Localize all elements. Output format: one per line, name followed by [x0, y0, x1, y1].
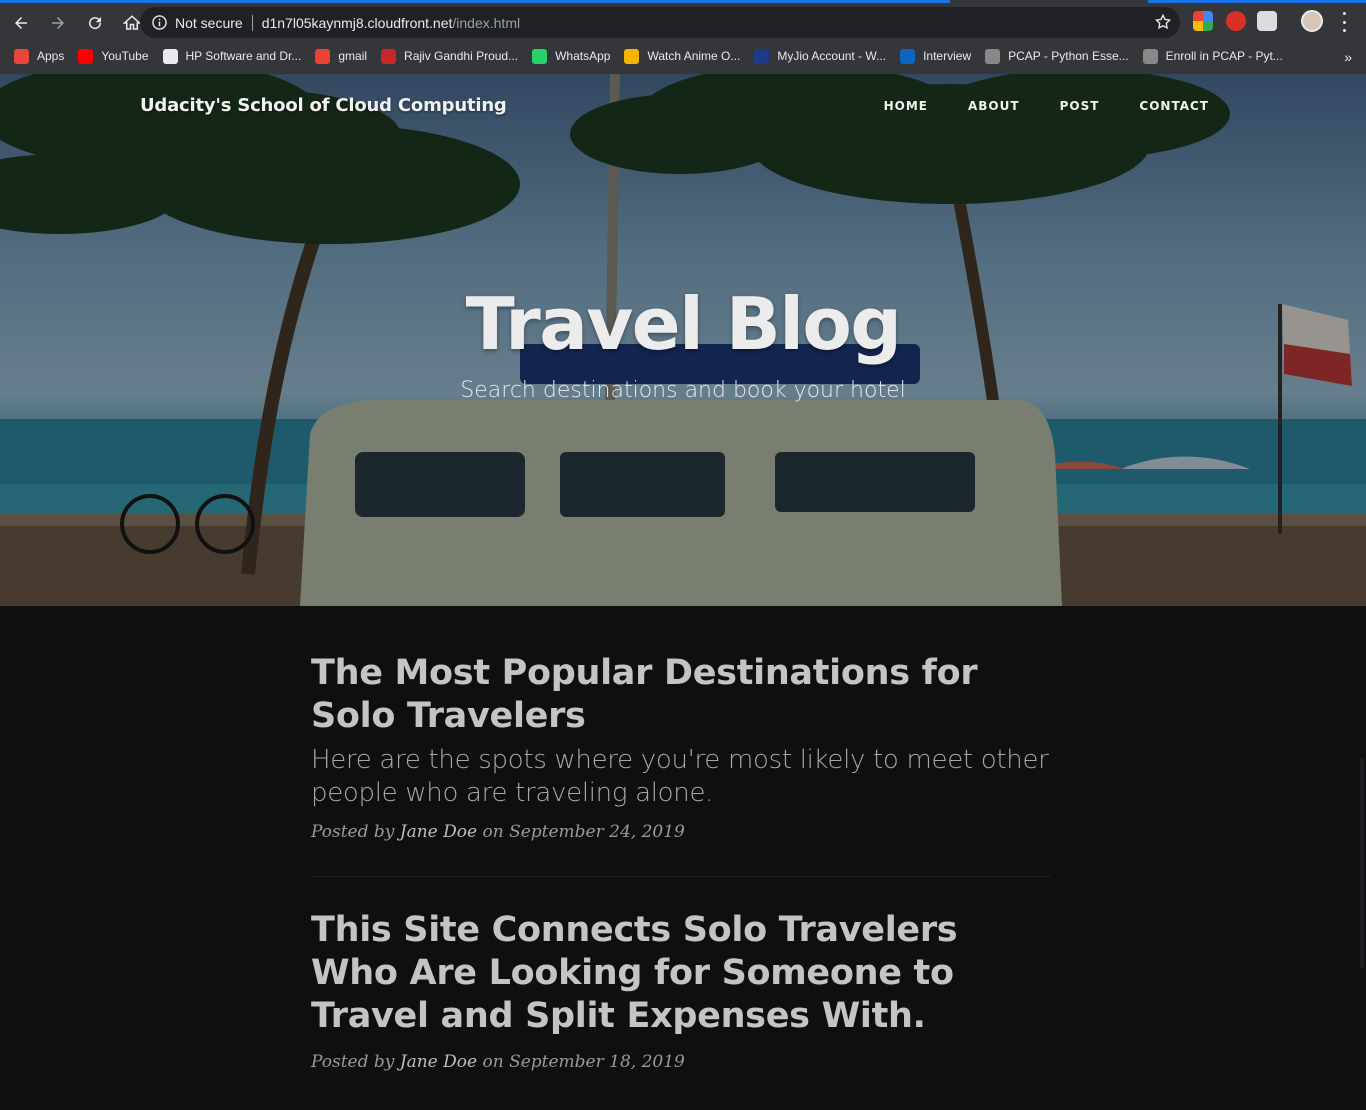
post-list: The Most Popular Destinations for Solo T…: [311, 652, 1051, 1072]
back-button[interactable]: [5, 7, 37, 39]
post-title[interactable]: The Most Popular Destinations for Solo T…: [311, 652, 1051, 738]
bookmark-item[interactable]: HP Software and Dr...: [162, 48, 302, 64]
bookmark-label: Apps: [37, 49, 65, 63]
post-preview[interactable]: The Most Popular Destinations for Solo T…: [311, 652, 1051, 842]
whatsapp-icon: [532, 48, 548, 64]
nav-about-link[interactable]: ABOUT: [968, 99, 1020, 113]
bookmark-item[interactable]: Apps: [14, 48, 65, 64]
browser-menu-button[interactable]: [1338, 12, 1350, 32]
site-icon: [381, 48, 397, 64]
home-icon: [123, 15, 141, 30]
extension-icon[interactable]: [1193, 11, 1213, 31]
hero-banner: Udacity's School of Cloud Computing HOME…: [0, 74, 1366, 606]
bookmark-label: HP Software and Dr...: [185, 49, 302, 63]
post-title[interactable]: This Site Connects Solo Travelers Who Ar…: [311, 909, 1051, 1038]
posted-on-label: on: [482, 822, 504, 842]
post-author-link[interactable]: Jane Doe: [400, 1052, 477, 1072]
extension-icon[interactable]: [1257, 11, 1277, 31]
cisco-icon: [985, 48, 1001, 64]
arrow-left-icon: [15, 17, 27, 29]
arrow-right-icon: [52, 17, 64, 29]
hero-title: Travel Blog: [465, 282, 902, 366]
site-menu: HOME ABOUT POST CONTACT: [844, 99, 1209, 113]
bookmarks-bar: Apps YouTube HP Software and Dr... gmail Raj…: [0, 42, 1366, 70]
site-brand-link[interactable]: Udacity's School of Cloud Computing: [140, 95, 507, 116]
bookmark-label: Rajiv Gandhi Proud...: [404, 49, 519, 63]
bookmark-star-icon[interactable]: [1154, 13, 1172, 31]
bookmark-item[interactable]: MyJio Account - W...: [754, 48, 887, 64]
jio-icon: [754, 48, 770, 64]
nav-contact-link[interactable]: CONTACT: [1139, 99, 1209, 113]
bookmark-item[interactable]: WhatsApp: [532, 48, 611, 64]
bookmark-label: Watch Anime O...: [647, 49, 741, 63]
bookmark-item[interactable]: Interview: [900, 48, 972, 64]
nav-post-link[interactable]: POST: [1060, 99, 1100, 113]
address-bar[interactable]: Not secure d1n7l05kaynmj8.cloudfront.net…: [140, 7, 1180, 38]
forward-button[interactable]: [42, 7, 74, 39]
site-navbar: Udacity's School of Cloud Computing HOME…: [140, 95, 1209, 119]
bookmark-label: Enroll in PCAP - Pyt...: [1165, 49, 1283, 63]
browser-toolbar: Not secure d1n7l05kaynmj8.cloudfront.net…: [0, 6, 1366, 40]
bookmark-label: YouTube: [101, 49, 149, 63]
post-date: September 24, 2019: [509, 822, 685, 842]
info-icon[interactable]: [151, 15, 167, 31]
bookmark-item[interactable]: Enroll in PCAP - Pyt...: [1142, 48, 1283, 64]
nav-home-link[interactable]: HOME: [884, 99, 928, 113]
extension-icon[interactable]: [1226, 11, 1246, 31]
cisco-icon: [1142, 48, 1158, 64]
loading-progress-bar: [0, 0, 950, 3]
hp-icon: [162, 48, 178, 64]
apps-grid-icon: [14, 48, 29, 64]
post-subtitle[interactable]: Here are the spots where you're most lik…: [311, 744, 1051, 810]
omnibox-separator: [251, 14, 253, 31]
bookmark-label: MyJio Account - W...: [777, 49, 887, 63]
posted-on-label: on: [482, 1052, 504, 1072]
browser-chrome: Not secure d1n7l05kaynmj8.cloudfront.net…: [0, 0, 1366, 74]
post-preview[interactable]: This Site Connects Solo Travelers Who Ar…: [311, 909, 1051, 1072]
bookmark-item[interactable]: gmail: [315, 48, 368, 64]
youtube-icon: [78, 48, 94, 64]
bookmark-item[interactable]: PCAP - Python Esse...: [985, 48, 1129, 64]
post-meta: Posted by Jane Doe on September 24, 2019: [311, 822, 1051, 842]
crown-icon: [624, 48, 640, 64]
profile-avatar[interactable]: [1301, 10, 1323, 32]
reload-button[interactable]: [79, 7, 111, 39]
gmail-icon: [315, 48, 331, 64]
page-scrollbar-thumb[interactable]: [1360, 758, 1364, 968]
bookmark-item[interactable]: Rajiv Gandhi Proud...: [381, 48, 519, 64]
loading-progress-bar-secondary: [1148, 0, 1366, 3]
security-label: Not secure: [175, 14, 243, 31]
posted-by-label: Posted by: [311, 822, 395, 842]
bookmark-item[interactable]: YouTube: [78, 48, 149, 64]
post-author-link[interactable]: Jane Doe: [400, 822, 477, 842]
posted-by-label: Posted by: [311, 1052, 395, 1072]
hero-subtitle: Search destinations and book your hotel: [460, 378, 906, 403]
bookmark-item[interactable]: Watch Anime O...: [624, 48, 741, 64]
more-bookmarks-button[interactable]: »: [1344, 49, 1352, 65]
post-meta: Posted by Jane Doe on September 18, 2019: [311, 1052, 1051, 1072]
url-path: /index.html: [452, 14, 521, 31]
bookmark-label: PCAP - Python Esse...: [1008, 49, 1129, 63]
url-host: d1n7l05kaynmj8.cloudfront.net: [261, 14, 453, 31]
reload-icon: [89, 17, 102, 30]
bookmark-label: gmail: [338, 49, 368, 63]
bookmark-label: WhatsApp: [555, 49, 611, 63]
linkedin-icon: [900, 48, 916, 64]
post-divider: [311, 876, 1051, 877]
bookmark-label: Interview: [923, 49, 972, 63]
post-date: September 18, 2019: [509, 1052, 685, 1072]
